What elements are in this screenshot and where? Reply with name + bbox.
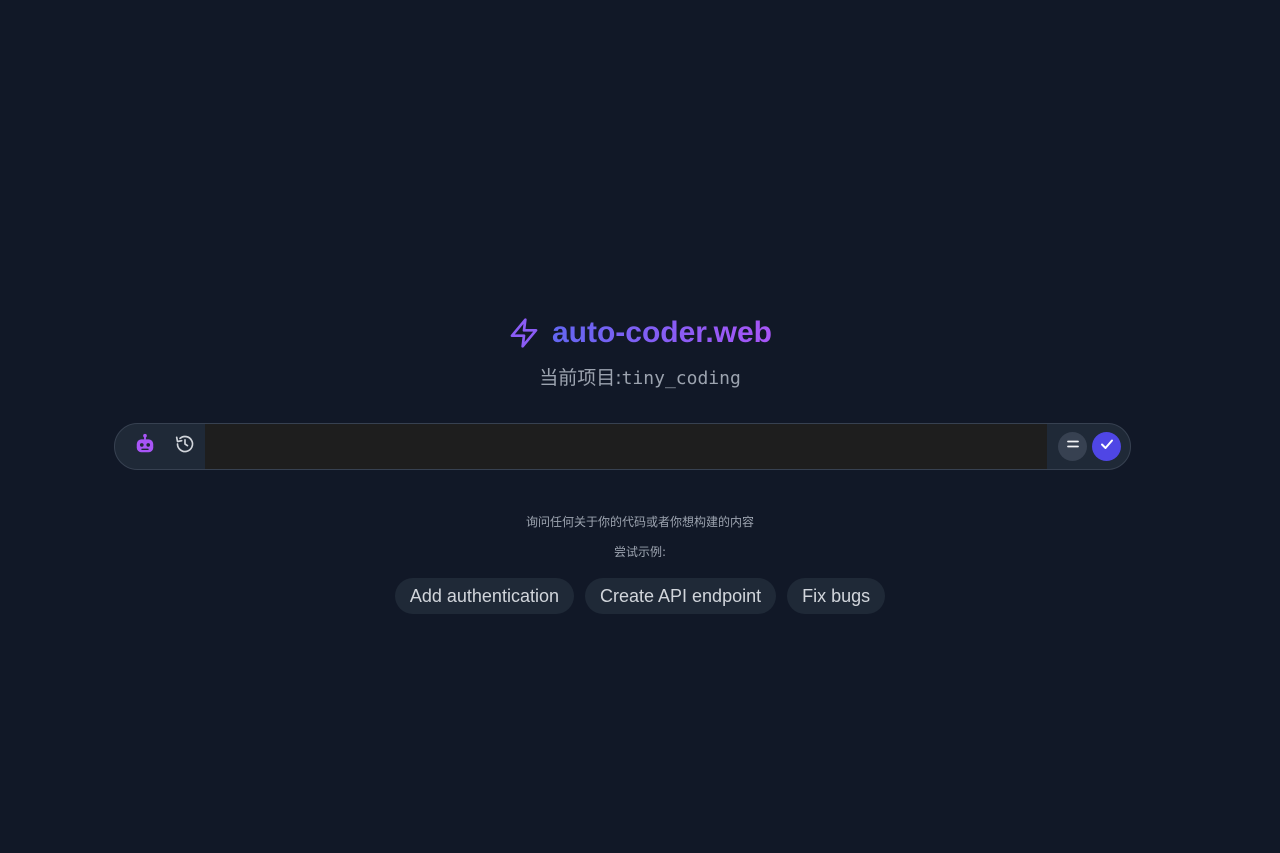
project-label: 当前项目: xyxy=(539,367,622,389)
example-add-authentication[interactable]: Add authentication xyxy=(394,578,574,614)
brand-header: auto-coder.web xyxy=(0,313,1280,353)
project-name: tiny_coding xyxy=(621,368,741,389)
app-title: auto-coder.web xyxy=(552,313,772,353)
check-icon xyxy=(1100,437,1114,456)
robot-icon xyxy=(134,433,156,460)
current-project: 当前项目:tiny_coding xyxy=(0,366,1280,391)
menu-button[interactable] xyxy=(1058,432,1087,461)
submit-button[interactable] xyxy=(1092,432,1121,461)
try-examples-label: 尝试示例: xyxy=(613,545,667,559)
lightning-icon xyxy=(508,317,540,349)
chat-input[interactable] xyxy=(205,424,1047,469)
main-page: auto-coder.web 当前项目:tiny_coding 询问任何关于你的… xyxy=(0,0,1280,853)
example-create-api-endpoint[interactable]: Create API endpoint xyxy=(584,578,777,614)
history-button[interactable] xyxy=(171,433,199,461)
input-hint: 询问任何关于你的代码或者你想构建的内容 xyxy=(525,515,754,529)
input-right-tools xyxy=(1047,424,1130,469)
menu-icon xyxy=(1066,437,1080,456)
robot-button[interactable] xyxy=(131,433,159,461)
input-left-tools xyxy=(115,424,205,469)
history-icon xyxy=(175,434,195,459)
example-list: Add authentication Create API endpoint F… xyxy=(0,578,1280,614)
example-fix-bugs[interactable]: Fix bugs xyxy=(787,578,886,614)
chat-input-bar xyxy=(114,423,1131,470)
